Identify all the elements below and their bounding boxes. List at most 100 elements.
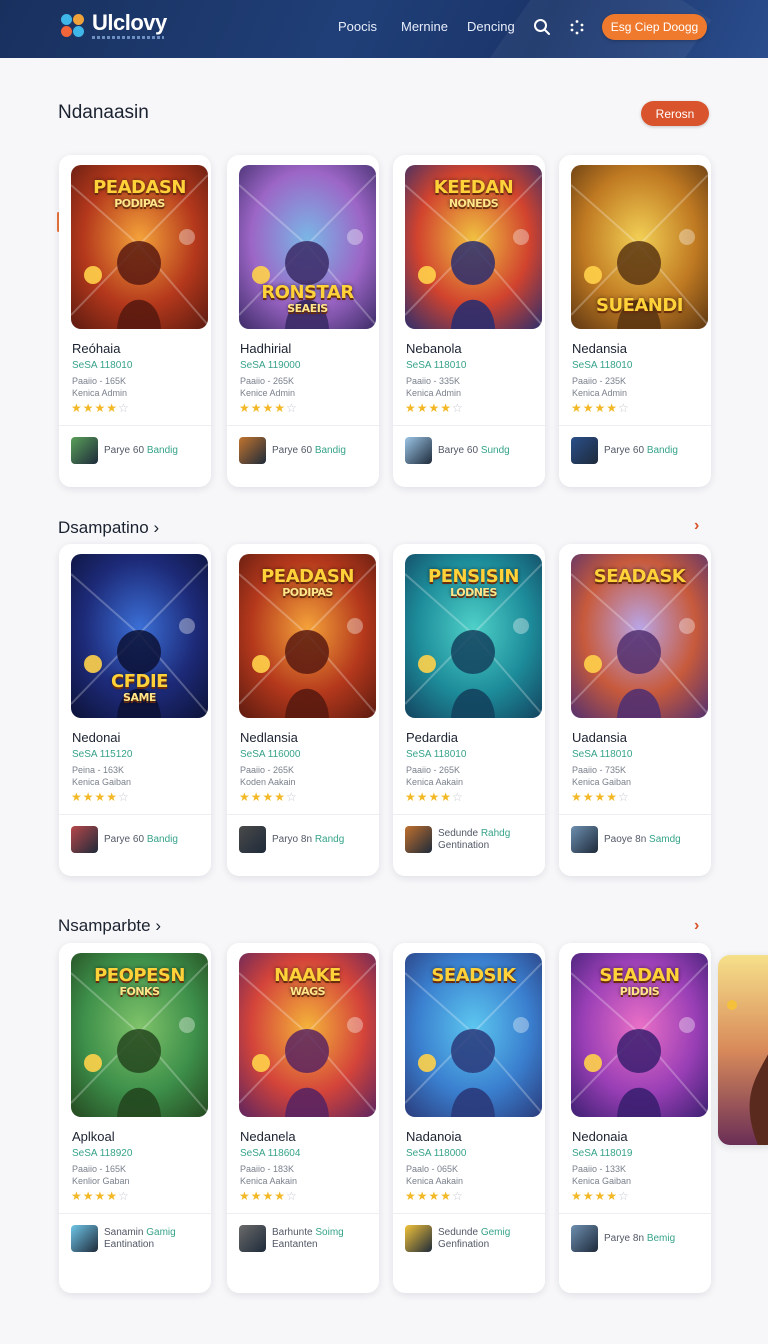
game-cover-art[interactable]: PENSISIN LODNES <box>405 554 542 718</box>
search-icon[interactable] <box>532 17 552 37</box>
game-card[interactable]: PEOPESN FONKS Aplkoal SeSA 118920 Paaiio - 1… <box>59 943 211 1293</box>
game-cover-art[interactable]: KEEDAN NONEDS <box>405 165 542 329</box>
card-divider <box>59 1213 211 1214</box>
rating-stars: ★★★★☆ <box>239 401 298 415</box>
avatar <box>571 437 598 464</box>
game-title[interactable]: Nedanela <box>240 1129 296 1144</box>
card-divider <box>559 814 711 815</box>
game-meta: Paaiio - 735K Kenica Gaiban <box>572 765 632 787</box>
nav-link-2[interactable]: Mernine <box>401 19 448 34</box>
card-footer[interactable]: Barye 60 Sundg <box>405 437 510 464</box>
game-meta: Paaiio - 265K Kenice Admin <box>240 376 296 398</box>
footer-label: Sanamin Gamig Eantination <box>104 1226 176 1250</box>
game-cover-art[interactable]: CFDIE SAME <box>71 554 208 718</box>
game-card[interactable]: SEADASK Uadansia SeSA 118010 Paaiio - 735K K… <box>559 544 711 876</box>
game-title[interactable]: Uadansia <box>572 730 627 745</box>
game-price: SeSA 115120 <box>72 749 133 760</box>
rating-stars: ★★★★☆ <box>239 790 298 804</box>
game-price: SeSA 118604 <box>240 1148 301 1159</box>
section-title-2[interactable]: Dsampatino › <box>58 518 159 538</box>
game-card[interactable]: NAAKE WAGS Nedanela SeSA 118604 Paaiio - 183… <box>227 943 379 1293</box>
game-cover-art[interactable]: SEADASK <box>571 554 708 718</box>
header-cta-button[interactable]: Esg Ciep Doogg <box>602 14 707 40</box>
card-divider <box>59 425 211 426</box>
card-footer[interactable]: Sanamin Gamig Eantination <box>71 1225 176 1252</box>
game-meta: Peina - 163K Kenica Gaiban <box>72 765 132 787</box>
game-title[interactable]: Hadhirial <box>240 341 291 356</box>
card-footer[interactable]: Sedunde Gemig Genfination <box>405 1225 510 1252</box>
footer-label: Parye 60 Bandig <box>104 833 178 845</box>
rating-stars: ★★★★☆ <box>405 401 464 415</box>
game-title[interactable]: Nedansia <box>572 341 627 356</box>
game-meta: Paaiio - 265K Kenica Aakain <box>406 765 464 787</box>
rating-stars: ★★★★☆ <box>571 790 630 804</box>
card-divider <box>227 1213 379 1214</box>
footer-label: Paoye 8n Samdg <box>604 833 681 845</box>
game-card[interactable]: CFDIE SAME Nedonai SeSA 115120 Peina - 163K K… <box>59 544 211 876</box>
footer-label: Sedunde Gemig Genfination <box>438 1226 511 1250</box>
card-divider <box>227 814 379 815</box>
apps-icon[interactable] <box>567 17 587 37</box>
footer-label: Parye 60 Bandig <box>604 444 678 456</box>
game-title[interactable]: Nebanola <box>406 341 462 356</box>
card-footer[interactable]: Barhunte Soimg Eantanten <box>239 1225 344 1252</box>
section-title-1: Ndanaasin <box>58 102 149 123</box>
footer-label: Barhunte Soimg Eantanten <box>272 1226 344 1250</box>
game-card[interactable]: PENSISIN LODNES Pedardia SeSA 118010 Paaiio … <box>393 544 545 876</box>
game-card[interactable]: SUEANDI Nedansia SeSA 118010 Paaiio - 235K K… <box>559 155 711 487</box>
game-cover-art[interactable]: PEOPESN FONKS <box>71 953 208 1117</box>
game-title[interactable]: Reóhaia <box>72 341 120 356</box>
game-meta: Paaiio - 235K Kenica Admin <box>572 376 628 398</box>
game-title[interactable]: Pedardia <box>406 730 458 745</box>
next-card-peek[interactable] <box>718 955 768 1145</box>
game-card[interactable]: SEADAN PIDDIS Nedonaia SeSA 118019 Paaiio - … <box>559 943 711 1293</box>
game-card[interactable]: PEADASN PODIPAS Nedlansia SeSA 116000 Paaiio… <box>227 544 379 876</box>
cover-title: KEEDAN NONEDS <box>433 177 514 211</box>
section-title-3[interactable]: Nsamparbte › <box>58 916 161 936</box>
cover-title: PEOPESN FONKS <box>94 965 185 999</box>
nav-link-3[interactable]: Dencing <box>467 19 515 34</box>
footer-label: Sedunde Rahdg Gentination <box>438 827 511 851</box>
card-footer[interactable]: Sedunde Rahdg Gentination <box>405 826 510 853</box>
rating-stars: ★★★★☆ <box>405 1189 464 1203</box>
section-2-next-arrow[interactable]: › <box>694 517 699 535</box>
game-cover-art[interactable]: RONSTAR SEAEIS <box>239 165 376 329</box>
card-footer[interactable]: Parye 60 Bandig <box>571 437 678 464</box>
game-title[interactable]: Nedonai <box>72 730 120 745</box>
game-title[interactable]: Aplkoal <box>72 1129 115 1144</box>
game-cover-art[interactable]: SEADSIK <box>405 953 542 1117</box>
game-price: SeSA 118000 <box>406 1148 467 1159</box>
game-card[interactable]: SEADSIK Nadanoia SeSA 118000 Paalo - 065K Ke… <box>393 943 545 1293</box>
game-title[interactable]: Nedonaia <box>572 1129 628 1144</box>
game-title[interactable]: Nadanoia <box>406 1129 462 1144</box>
game-cover-art[interactable]: SUEANDI <box>571 165 708 329</box>
card-footer[interactable]: Parye 8n Bemig <box>571 1225 675 1252</box>
game-cover-art[interactable]: PEADASN PODIPAS <box>239 554 376 718</box>
game-card[interactable]: RONSTAR SEAEIS Hadhirial SeSA 119000 Paaiio … <box>227 155 379 487</box>
logo-icon <box>60 13 86 39</box>
card-footer[interactable]: Parye 60 Bandig <box>239 437 346 464</box>
card-footer[interactable]: Paryo 8n Randg <box>239 826 344 853</box>
footer-label: Parye 60 Bandig <box>272 444 346 456</box>
rating-stars: ★★★★☆ <box>71 790 130 804</box>
card-divider <box>59 814 211 815</box>
section-1-action-button[interactable]: Rerosn <box>641 101 709 126</box>
game-card[interactable]: KEEDAN NONEDS Nebanola SeSA 118010 Paaiio - … <box>393 155 545 487</box>
game-card[interactable]: PEADASN PODIPAS Reóhaia SeSA 118010 Paaiio -… <box>59 155 211 487</box>
cover-title: NAAKE WAGS <box>274 965 341 999</box>
game-cover-art[interactable]: NAAKE WAGS <box>239 953 376 1117</box>
card-footer[interactable]: Parye 60 Bandig <box>71 826 178 853</box>
cover-title: RONSTAR SEAEIS <box>261 282 354 316</box>
brand-name: Ulclovy <box>92 10 167 35</box>
card-footer[interactable]: Parye 60 Bandig <box>71 437 178 464</box>
game-cover-art[interactable]: SEADAN PIDDIS <box>571 953 708 1117</box>
game-title[interactable]: Nedlansia <box>240 730 298 745</box>
avatar <box>571 1225 598 1252</box>
game-meta: Paaiio - 265K Koden Aakain <box>240 765 296 787</box>
game-cover-art[interactable]: PEADASN PODIPAS <box>71 165 208 329</box>
brand-logo[interactable]: Ulclovy <box>60 12 167 39</box>
nav-link-1[interactable]: Poocis <box>338 19 377 34</box>
card-footer[interactable]: Paoye 8n Samdg <box>571 826 681 853</box>
cover-title: PEADASN PODIPAS <box>93 177 186 211</box>
section-3-next-arrow[interactable]: › <box>694 917 699 935</box>
